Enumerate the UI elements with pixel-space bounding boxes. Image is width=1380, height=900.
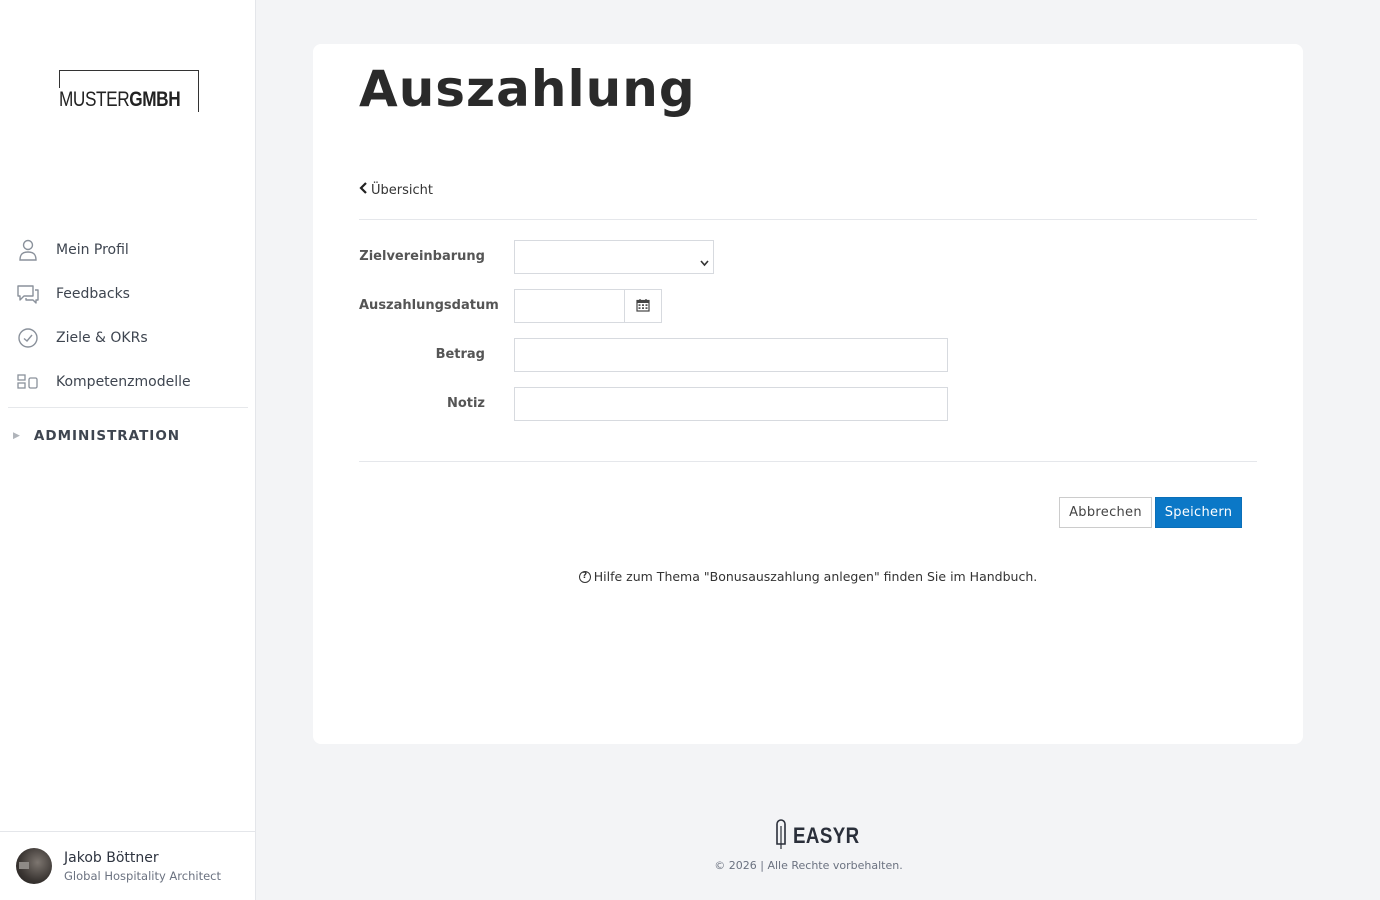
- page-title: Auszahlung: [359, 60, 696, 118]
- question-circle-icon: ?: [578, 570, 591, 583]
- save-button[interactable]: Speichern: [1155, 497, 1242, 528]
- form-row-auszahlungsdatum: Auszahlungsdatum: [359, 289, 1259, 323]
- nav-item-label: Feedbacks: [56, 286, 130, 302]
- form-row-zielvereinbarung: Zielvereinbarung: [359, 240, 1259, 274]
- nav-item-kompetenzmodelle[interactable]: Kompetenzmodelle: [0, 360, 256, 404]
- auszahlungsdatum-input[interactable]: [514, 289, 624, 323]
- auszahlungsdatum-label: Auszahlungsdatum: [359, 298, 499, 313]
- sidebar: MUSTERGMBH Mein Profil Feedbacks Ziele &…: [0, 0, 256, 900]
- zielvereinbarung-select[interactable]: [514, 240, 714, 274]
- calendar-icon: [636, 297, 650, 316]
- notiz-label: Notiz: [446, 396, 485, 411]
- admin-label: ADMINISTRATION: [33, 428, 181, 444]
- easyr-logo-icon: [772, 818, 790, 854]
- chevron-down-icon: [700, 252, 709, 267]
- logo-text-light: MUSTER: [59, 88, 130, 111]
- check-circle-icon: [16, 326, 40, 350]
- footer-brand: EASYR: [793, 823, 860, 848]
- chat-bubbles-icon: [16, 282, 40, 306]
- back-link-label: Übersicht: [371, 182, 433, 198]
- logo-text-bold: GMBH: [129, 88, 181, 111]
- help-text: Hilfe zum Thema "Bonusauszahlung anlegen…: [593, 569, 1038, 584]
- nav-item-feedbacks[interactable]: Feedbacks: [0, 272, 256, 316]
- triangle-right-icon: ▶: [13, 431, 20, 441]
- model-blocks-icon: [16, 370, 40, 394]
- nav-item-label: Ziele & OKRs: [56, 330, 148, 346]
- betrag-input[interactable]: [514, 338, 948, 372]
- form-row-notiz: Notiz: [359, 387, 1259, 421]
- calendar-button[interactable]: [624, 289, 662, 323]
- chevron-left-icon: [359, 182, 368, 198]
- form-row-betrag: Betrag: [359, 338, 1259, 372]
- cancel-button[interactable]: Abbrechen: [1059, 497, 1152, 528]
- notiz-input[interactable]: [514, 387, 948, 421]
- user-icon: [16, 238, 40, 262]
- nav-item-mein-profil[interactable]: Mein Profil: [0, 228, 256, 272]
- main-nav: Mein Profil Feedbacks Ziele & OKRs Kompe…: [0, 228, 256, 464]
- divider: [359, 219, 1257, 220]
- nav-item-label: Mein Profil: [56, 242, 129, 258]
- nav-section-administration[interactable]: ▶ ADMINISTRATION: [0, 408, 256, 464]
- content-card: Auszahlung Übersicht Zielvereinbarung Au…: [313, 44, 1303, 744]
- nav-item-label: Kompetenzmodelle: [56, 374, 191, 390]
- help-hint[interactable]: ? Hilfe zum Thema "Bonusauszahlung anleg…: [313, 569, 1303, 584]
- zielvereinbarung-label: Zielvereinbarung: [359, 249, 485, 264]
- company-logo[interactable]: MUSTERGMBH: [59, 70, 199, 112]
- divider: [359, 461, 1257, 462]
- nav-item-ziele-okrs[interactable]: Ziele & OKRs: [0, 316, 256, 360]
- copyright: © 2026 | Alle Rechte vorbehalten.: [714, 859, 903, 872]
- back-link-uebersicht[interactable]: Übersicht: [359, 182, 433, 198]
- betrag-label: Betrag: [435, 347, 485, 362]
- footer-logo: EASYR: [772, 818, 871, 854]
- logo-text: MUSTERGMBH: [59, 88, 186, 112]
